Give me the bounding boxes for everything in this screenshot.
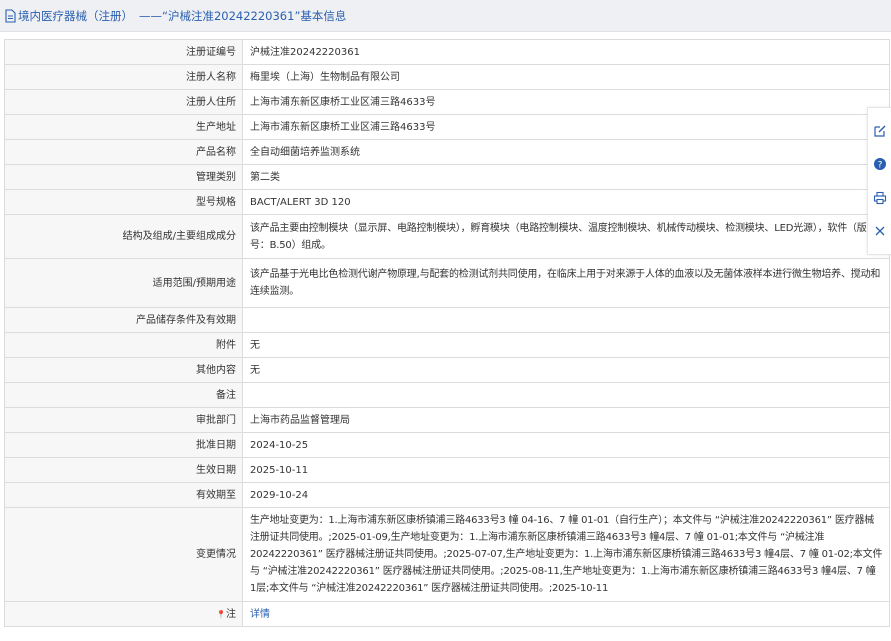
- note-row: 📍注 详情: [4, 601, 890, 627]
- field-value: 2029-10-24: [242, 482, 890, 508]
- help-icon: ?: [873, 158, 886, 171]
- table-row: 其他内容无: [4, 357, 890, 383]
- field-label: 其他内容: [4, 357, 243, 383]
- table-row: 变更情况 生产地址变更为：1.上海市浦东新区康桥镇浦三路4633号3 幢 04-1…: [4, 507, 890, 602]
- table-row: 注册人住所 上海市浦东新区康桥工业区浦三路4633号: [4, 89, 890, 115]
- field-label: 注册人住所: [4, 89, 243, 115]
- close-button[interactable]: [871, 222, 889, 240]
- field-label: 批准日期: [4, 432, 243, 458]
- table-row: 管理类别 第二类: [4, 164, 890, 190]
- field-label: 产品名称: [4, 139, 243, 165]
- field-value: [242, 307, 890, 333]
- document-icon: [5, 8, 16, 23]
- field-value: BACT/ALERT 3D 120: [242, 189, 890, 215]
- table-row: 注册人名称 梅里埃（上海）生物制品有限公司: [4, 64, 890, 90]
- field-label: 适用范围/预期用途: [4, 258, 243, 308]
- print-icon: [873, 191, 886, 204]
- field-value: 上海市药品监督管理局: [242, 407, 890, 433]
- field-value: 第二类: [242, 164, 890, 190]
- field-value: 上海市浦东新区康桥工业区浦三路4633号: [242, 114, 890, 140]
- edit-icon: [873, 125, 885, 137]
- table-row: 型号规格 BACT/ALERT 3D 120: [4, 189, 890, 215]
- close-icon: [875, 226, 884, 236]
- field-label: 附件: [4, 332, 243, 358]
- field-label: 结构及组成/主要组成成分: [4, 214, 243, 259]
- field-value: 该产品主要由控制模块（显示屏、电路控制模块），孵育模块（电路控制模块、温度控制模…: [242, 214, 890, 259]
- field-label: 型号规格: [4, 189, 243, 215]
- pin-icon: 📍: [216, 609, 226, 619]
- field-value: 无: [242, 357, 890, 383]
- field-value: 2025-10-11: [242, 457, 890, 483]
- print-button[interactable]: [871, 189, 889, 207]
- field-value: [242, 382, 890, 408]
- details-link[interactable]: 详情: [250, 609, 270, 620]
- table-row: 结构及组成/主要组成成分 该产品主要由控制模块（显示屏、电路控制模块），孵育模块（…: [4, 214, 890, 259]
- table-row: 生效日期 2025-10-11: [4, 457, 890, 483]
- info-table: 注册证编号 沪械注准20242220361 注册人名称 梅里埃（上海）生物制品有限公司…: [4, 39, 890, 627]
- field-value: 梅里埃（上海）生物制品有限公司: [242, 64, 890, 90]
- field-label: 注册人名称: [4, 64, 243, 90]
- field-label: 注册证编号: [4, 39, 243, 65]
- field-label: 管理类别: [4, 164, 243, 190]
- table-row: 附件无: [4, 332, 890, 358]
- category-link[interactable]: 境内医疗器械（注册）: [18, 8, 133, 24]
- page-header: 境内医疗器械（注册） ——“沪械注准20242220361”基本信息: [0, 0, 891, 32]
- field-value: 上海市浦东新区康桥工业区浦三路4633号: [242, 89, 890, 115]
- field-value: 2024-10-25: [242, 432, 890, 458]
- field-value: 全自动细菌培养监测系统: [242, 139, 890, 165]
- field-label: 生效日期: [4, 457, 243, 483]
- field-value: 生产地址变更为：1.上海市浦东新区康桥镇浦三路4633号3 幢 04-16、7 …: [242, 507, 890, 602]
- table-row: 注册证编号 沪械注准20242220361: [4, 39, 890, 65]
- field-label: 审批部门: [4, 407, 243, 433]
- field-label: 生产地址: [4, 114, 243, 140]
- table-row: 生产地址 上海市浦东新区康桥工业区浦三路4633号: [4, 114, 890, 140]
- field-value: 沪械注准20242220361: [242, 39, 890, 65]
- note-value-cell: 详情: [242, 601, 890, 627]
- help-button[interactable]: ?: [871, 155, 889, 173]
- note-label: 注: [226, 608, 236, 620]
- table-row: 备注: [4, 382, 890, 408]
- edit-button[interactable]: [871, 122, 889, 140]
- field-value: 无: [242, 332, 890, 358]
- field-label: 变更情况: [4, 507, 243, 602]
- field-value: 该产品基于光电比色检测代谢产物原理,与配套的检测试剂共同使用，在临床上用于对来源…: [242, 258, 890, 308]
- field-label: 有效期至: [4, 482, 243, 508]
- field-label: 备注: [4, 382, 243, 408]
- svg-text:?: ?: [877, 161, 882, 171]
- page-title: ——“沪械注准20242220361”基本信息: [139, 8, 347, 23]
- note-label-cell: 📍注: [4, 601, 243, 627]
- table-row: 审批部门 上海市药品监督管理局: [4, 407, 890, 433]
- field-label: 产品储存条件及有效期: [4, 307, 243, 333]
- table-row: 产品名称 全自动细菌培养监测系统: [4, 139, 890, 165]
- table-row: 批准日期 2024-10-25: [4, 432, 890, 458]
- table-row: 有效期至 2029-10-24: [4, 482, 890, 508]
- table-row: 适用范围/预期用途 该产品基于光电比色检测代谢产物原理,与配套的检测试剂共同使用，…: [4, 258, 890, 308]
- table-row: 产品储存条件及有效期: [4, 307, 890, 333]
- floating-toolbar: ?: [867, 107, 891, 255]
